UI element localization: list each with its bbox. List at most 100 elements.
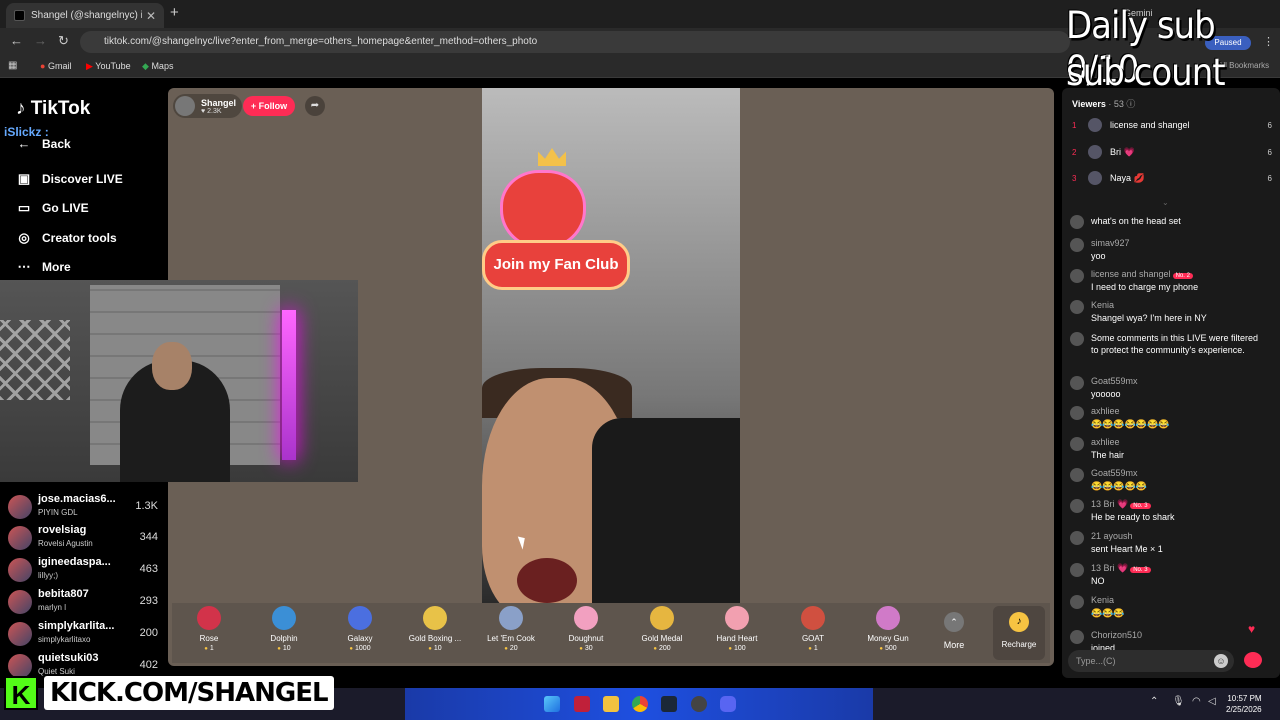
chat-username: 13 Bri 💗 No. 3 [1091, 563, 1151, 574]
chat-text: 😂😂😂 [1091, 608, 1125, 618]
gift-item[interactable]: Hand Heart100 [704, 606, 770, 652]
apps-grid-icon[interactable]: ▦ [8, 60, 17, 71]
gift-item[interactable]: Rose1 [176, 606, 242, 652]
microphone-icon[interactable]: 🎙 [1172, 696, 1185, 707]
chevron-up-icon: ⌃ [944, 612, 964, 632]
avatar [1070, 531, 1084, 545]
file-explorer-icon[interactable] [603, 696, 619, 712]
avatar [1070, 468, 1084, 482]
viewers-header[interactable]: Viewers · 53 ⓘ [1072, 97, 1135, 110]
chat-username: axhliee [1091, 406, 1120, 416]
chat-input[interactable]: Type...(C) [1068, 650, 1234, 672]
avatar [1070, 406, 1084, 420]
host-info[interactable]: Shangel ♥ 2.3K [173, 94, 243, 118]
top-viewer-row[interactable]: 1 license and shangel 6 [1072, 116, 1272, 134]
avatar [8, 495, 32, 519]
share-icon[interactable]: ➦ [305, 96, 325, 116]
suggested-live-item[interactable]: igineedaspa... lillyy;) 463 [8, 555, 158, 585]
suggested-live-item[interactable]: rovelsiag Rovelsi Agustin 344 [8, 523, 158, 553]
rank-badge: No. 3 [1130, 503, 1151, 509]
chat-text: Some comments in this LIVE were filtered… [1091, 333, 1259, 355]
gift-item[interactable]: Dolphin10 [251, 606, 317, 652]
camera-icon: ▭ [17, 200, 31, 215]
close-tab-icon[interactable]: ✕ [146, 9, 156, 23]
tab-title: Shangel (@shangelnyc) is LIVE [31, 10, 142, 21]
gift-icon [272, 606, 296, 630]
chat-text: 😂😂😂😂😂 [1091, 481, 1148, 491]
obs-icon[interactable] [691, 696, 707, 712]
chat-text: He be ready to shark [1091, 512, 1175, 522]
nav-more[interactable]: ⋯ More [16, 259, 71, 275]
tiktok-logo[interactable]: ♪ TikTok [16, 98, 90, 120]
back-arrow-icon[interactable]: ← [10, 33, 23, 48]
reload-icon[interactable]: ↻ [58, 33, 69, 49]
steam-icon[interactable] [661, 696, 677, 712]
chat-text: I need to charge my phone [1091, 282, 1199, 292]
avatar [1070, 332, 1084, 346]
gift-icon [574, 606, 598, 630]
bookmark-gmail[interactable]: ● Gmail [40, 61, 71, 71]
nav-creator-tools[interactable]: ◎ Creator tools [16, 231, 116, 246]
gift-icon [876, 606, 900, 630]
volume-icon[interactable]: ◁ [1208, 696, 1216, 707]
emoji-icon[interactable]: ☺ [1214, 654, 1228, 668]
bookmark-youtube[interactable]: ▶ YouTube [86, 61, 131, 72]
suggested-live-item[interactable]: simplykarlita... simplykarlitaxo 200 [8, 619, 158, 649]
suggested-live-item[interactable]: jose.macias6... PIYIN GDL 1.3K [8, 492, 158, 522]
kick-logo-icon: K [4, 676, 38, 710]
discord-icon[interactable] [720, 696, 736, 712]
tiktok-favicon-icon [14, 10, 25, 21]
gift-heart-button[interactable] [1244, 652, 1262, 668]
avatar [1070, 563, 1084, 577]
avatar [8, 558, 32, 582]
forward-arrow-icon[interactable]: → [34, 33, 47, 48]
chat-username: Chorizon510 [1091, 630, 1143, 640]
recharge-button[interactable]: ♪ Recharge [993, 606, 1045, 660]
nav-discover-live[interactable]: ▣ Discover LIVE [16, 172, 123, 187]
streamer-head-shape [152, 342, 192, 390]
suggested-live-item[interactable]: bebita807 marlyn l 293 [8, 587, 158, 617]
gift-item[interactable]: Let 'Em Cook20 [478, 606, 544, 652]
url-field[interactable]: tiktok.com/@shangelnyc/live?enter_from_m… [80, 31, 1070, 53]
top-viewer-row[interactable]: 3 Naya 💋 6 [1072, 169, 1272, 187]
coin-icon: ♪ [1009, 612, 1029, 632]
lattice-shape [0, 320, 70, 400]
browser-tab[interactable]: Shangel (@shangelnyc) is LIVE ✕ [6, 3, 164, 28]
chat-username: Kenia [1091, 300, 1115, 310]
chat-text: what's on the head set [1091, 216, 1181, 226]
chat-username: 21 ayoush [1091, 531, 1133, 541]
gift-item[interactable]: Galaxy1000 [327, 606, 393, 652]
wifi-icon[interactable]: ◠ [1192, 696, 1201, 707]
live-video[interactable] [482, 88, 740, 603]
avatar [1070, 238, 1084, 252]
gift-icon [348, 606, 372, 630]
bookmark-maps[interactable]: ◆ Maps [142, 61, 173, 72]
nav-go-live[interactable]: ▭ Go LIVE [16, 200, 89, 216]
avatar [8, 526, 32, 550]
follow-button[interactable]: + Follow [243, 96, 295, 116]
kick-banner: K KICK.COM/SHANGEL [4, 676, 334, 710]
gift-item[interactable]: Gold Boxing ...10 [402, 606, 468, 652]
fan-club-sticker[interactable]: Join my Fan Club [482, 170, 632, 290]
app-icon[interactable] [574, 696, 590, 712]
chrome-icon[interactable] [632, 696, 648, 712]
back-button[interactable]: ← Back [16, 137, 71, 152]
tray-chevron-icon[interactable]: ⌃ [1150, 696, 1158, 707]
gift-item[interactable]: Money Gun500 [855, 606, 921, 652]
gift-item[interactable]: Doughnut30 [553, 606, 619, 652]
gift-item[interactable]: GOAT1 [780, 606, 846, 652]
windows-start-icon[interactable] [544, 696, 560, 712]
chat-text: NO [1091, 576, 1105, 586]
top-viewer-row[interactable]: 2 Bri 💗 6 [1072, 143, 1272, 161]
more-dots-icon: ⋯ [17, 259, 31, 274]
collapse-chevron-icon[interactable]: ⌄ [1162, 198, 1169, 207]
floating-heart-icon: ♥ [1248, 622, 1256, 636]
chat-username: axhliee [1091, 437, 1120, 447]
gift-item[interactable]: Gold Medal200 [629, 606, 695, 652]
avatar [8, 590, 32, 614]
new-tab-button[interactable]: + [170, 4, 179, 21]
more-gifts-button[interactable]: ⌃ More [940, 612, 968, 650]
taskbar-clock[interactable]: 10:57 PM 2/25/2026 [1226, 693, 1262, 715]
chat-text: yoo [1091, 251, 1106, 261]
avatar [1070, 300, 1084, 314]
